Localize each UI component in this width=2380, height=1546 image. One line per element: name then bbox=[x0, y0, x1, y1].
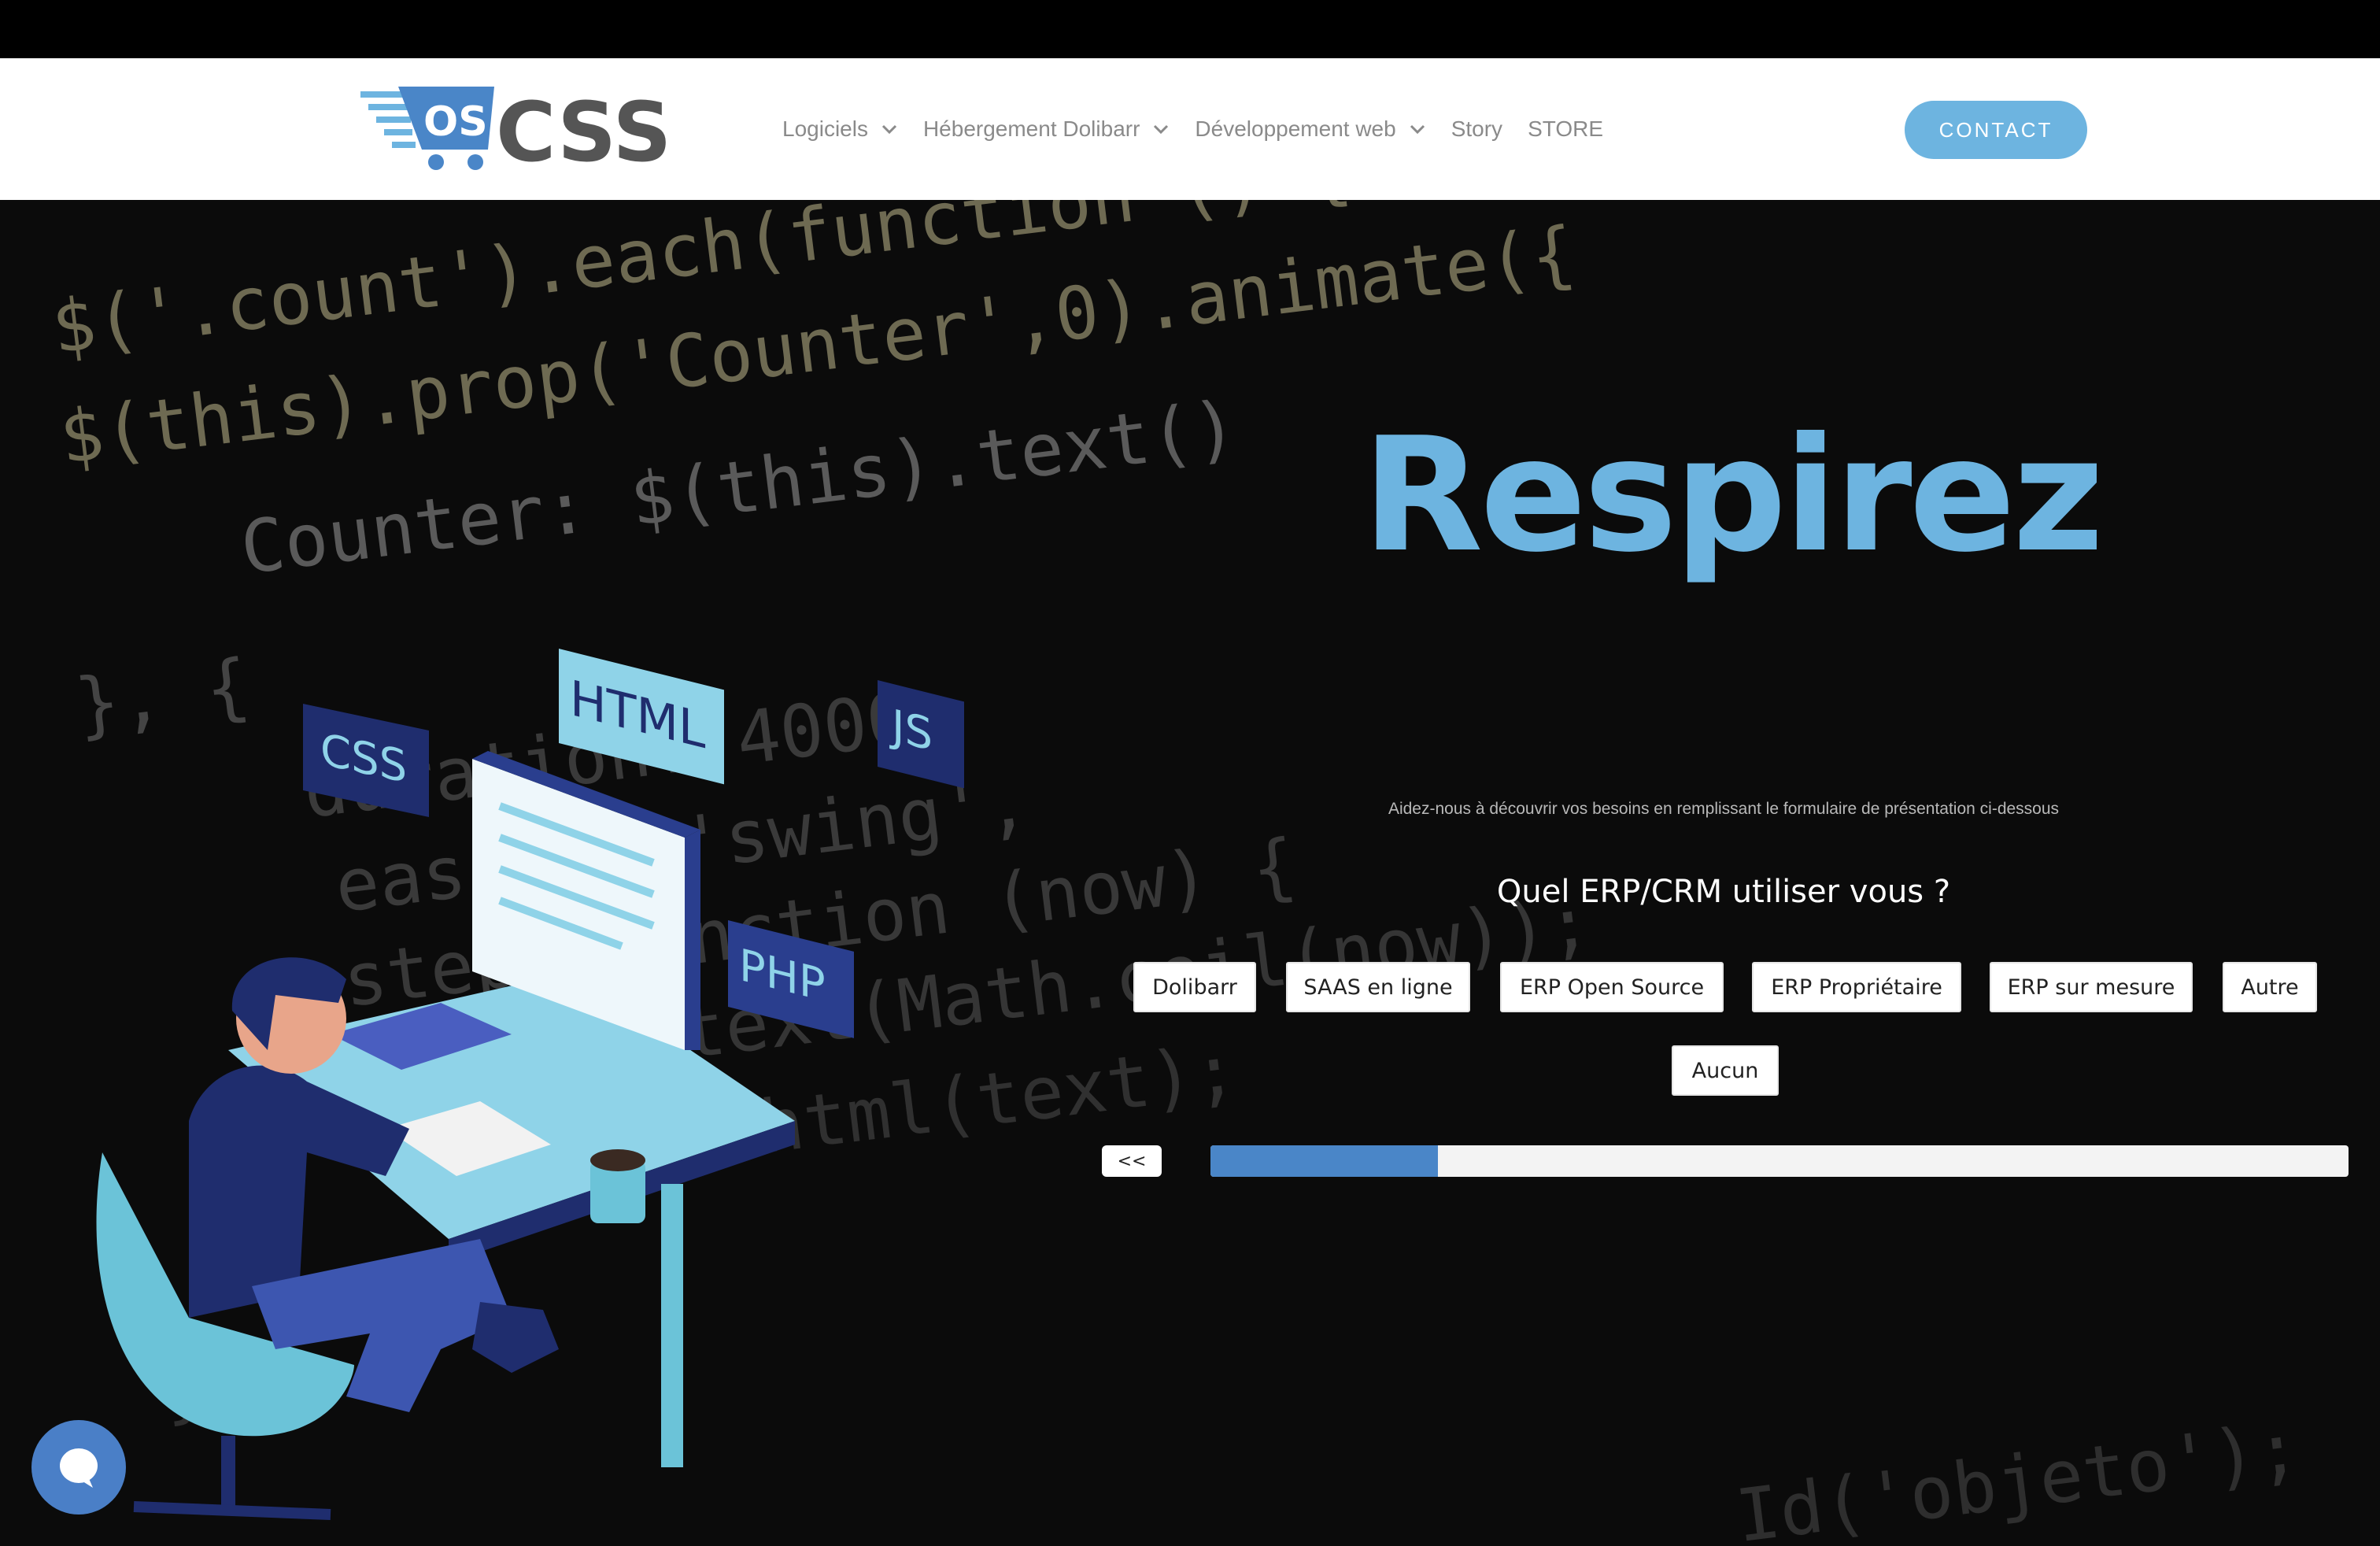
hero-subline: Aidez-nous à découvrir vos besoins en re… bbox=[1388, 800, 2060, 818]
chair-base bbox=[133, 1501, 331, 1520]
html-badge: HTML bbox=[559, 649, 724, 785]
option-erp-sur-mesure[interactable]: ERP sur mesure bbox=[1990, 962, 2193, 1012]
top-black-bar bbox=[0, 0, 2380, 58]
nav-item-label: Hébergement Dolibarr bbox=[922, 117, 1140, 141]
progress-fill bbox=[1210, 1145, 1439, 1177]
progress-bar bbox=[1210, 1145, 2349, 1177]
nav-item-label: STORE bbox=[1528, 117, 1604, 141]
option-dolibarr[interactable]: Dolibarr bbox=[1133, 962, 1256, 1012]
option-aucun[interactable]: Aucun bbox=[1672, 1045, 1779, 1096]
chevron-down-icon bbox=[881, 124, 897, 135]
code-line: Id('objeto'); bbox=[1731, 1406, 2304, 1546]
form-question: Quel ERP/CRM utiliser vous ? bbox=[1496, 874, 1951, 910]
main-nav: Logiciels Hébergement Dolibarr Développe… bbox=[782, 58, 1628, 200]
nav-item-hebergement[interactable]: Hébergement Dolibarr bbox=[923, 117, 1170, 142]
nav-item-developpement[interactable]: Développement web bbox=[1195, 117, 1425, 142]
logo-stripe bbox=[392, 142, 416, 148]
hero-headline: Respirez bbox=[1362, 404, 2104, 587]
logo-stripe bbox=[368, 104, 408, 110]
hero-section: $('.count').each(function () { $(this).p… bbox=[0, 200, 2380, 1546]
cart-wheel bbox=[428, 154, 444, 170]
chat-button[interactable] bbox=[31, 1420, 126, 1515]
logo-badge-text: OS bbox=[423, 98, 488, 146]
contact-button[interactable]: CONTACT bbox=[1905, 101, 2087, 159]
php-badge: PHP bbox=[728, 920, 854, 1038]
option-erp-open-source[interactable]: ERP Open Source bbox=[1500, 962, 1724, 1012]
js-badge-label: JS bbox=[889, 700, 933, 762]
chevron-down-icon bbox=[1154, 124, 1169, 135]
back-button[interactable]: << bbox=[1102, 1145, 1162, 1177]
nav-item-store[interactable]: STORE bbox=[1528, 117, 1603, 142]
logo-stripe bbox=[376, 117, 411, 123]
developer-illustration: CSS HTML JS PHP bbox=[96, 649, 964, 1520]
site-header: OS CSS Logiciels Hébergement Dolibarr Dé… bbox=[0, 58, 2380, 200]
person-shoe bbox=[472, 1302, 559, 1373]
nav-item-label: Logiciels bbox=[782, 117, 868, 141]
nav-item-story[interactable]: Story bbox=[1451, 117, 1502, 142]
option-erp-proprietaire[interactable]: ERP Propriétaire bbox=[1752, 962, 1961, 1012]
chat-bubble-icon bbox=[60, 1448, 98, 1488]
nav-item-label: Développement web bbox=[1195, 117, 1396, 141]
coffee bbox=[590, 1149, 645, 1171]
monitor-side bbox=[685, 830, 700, 1050]
nav-item-logiciels[interactable]: Logiciels bbox=[782, 117, 898, 142]
logo-brand-text: CSS bbox=[496, 85, 671, 173]
desk-leg bbox=[661, 1184, 683, 1467]
nav-item-label: Story bbox=[1451, 117, 1503, 141]
cart-wheel bbox=[468, 154, 483, 170]
oscss-logo[interactable]: OS CSS bbox=[360, 85, 683, 173]
option-saas-en-ligne[interactable]: SAAS en ligne bbox=[1286, 962, 1470, 1012]
option-autre[interactable]: Autre bbox=[2223, 962, 2317, 1012]
js-badge: JS bbox=[878, 680, 964, 789]
css-badge: CSS bbox=[303, 704, 429, 818]
logo-stripe bbox=[384, 129, 412, 135]
chevron-down-icon bbox=[1410, 124, 1425, 135]
